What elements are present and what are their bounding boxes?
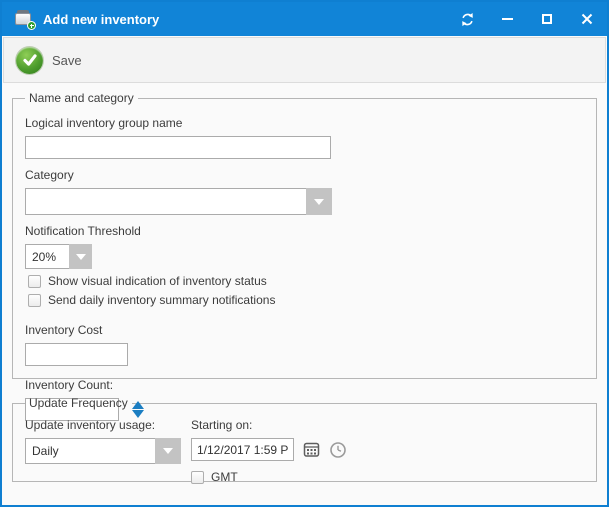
visual-indication-checkbox[interactable]	[28, 275, 41, 288]
threshold-label: Notification Threshold	[25, 224, 584, 238]
calendar-icon	[303, 441, 320, 458]
save-button-label: Save	[52, 53, 82, 68]
toolbar: Save	[3, 37, 606, 83]
inventory-cost-label: Inventory Cost	[25, 323, 584, 337]
category-combobox[interactable]	[25, 188, 584, 215]
time-picker-button[interactable]	[329, 441, 347, 459]
name-category-legend: Name and category	[25, 91, 138, 105]
daily-summary-checkbox[interactable]	[28, 294, 41, 307]
dropdown-arrow-icon	[163, 448, 173, 454]
clock-icon	[329, 441, 347, 459]
maximize-button[interactable]	[539, 11, 555, 27]
window-controls	[459, 11, 595, 27]
refresh-icon	[460, 12, 475, 27]
group-name-label: Logical inventory group name	[25, 116, 584, 130]
maximize-icon	[542, 14, 552, 24]
update-frequency-legend: Update Frequency	[25, 396, 132, 410]
close-icon	[581, 13, 593, 25]
category-dropdown-button[interactable]	[306, 188, 332, 215]
usage-combobox-value[interactable]: Daily	[25, 438, 155, 464]
category-label: Category	[25, 168, 584, 182]
minimize-icon	[502, 18, 513, 20]
dialog-content: Name and category Logical inventory grou…	[2, 84, 607, 482]
starting-on-label: Starting on:	[191, 418, 347, 432]
inventory-add-icon	[14, 10, 34, 28]
starting-on-input[interactable]	[191, 438, 294, 461]
usage-label: Update inventory usage:	[25, 418, 191, 432]
starting-on-column: Starting on:	[191, 412, 347, 484]
daily-summary-checkbox-row: Send daily inventory summary notificatio…	[28, 293, 584, 307]
gmt-checkbox[interactable]	[191, 471, 204, 484]
spinner-up-icon[interactable]	[132, 401, 144, 409]
category-combobox-value[interactable]	[25, 188, 306, 215]
close-button[interactable]	[579, 11, 595, 27]
inventory-count-label: Inventory Count:	[25, 378, 584, 392]
threshold-combobox[interactable]: 20%	[25, 244, 584, 269]
visual-indication-label: Show visual indication of inventory stat…	[48, 274, 267, 288]
refresh-button[interactable]	[459, 11, 475, 27]
window-title: Add new inventory	[43, 12, 159, 27]
minimize-button[interactable]	[499, 11, 515, 27]
titlebar: Add new inventory	[2, 2, 607, 36]
dropdown-arrow-icon	[76, 254, 86, 260]
save-button[interactable]: Save	[10, 43, 94, 78]
daily-summary-label: Send daily inventory summary notificatio…	[48, 293, 275, 307]
update-frequency-columns: Update inventory usage: Daily Starting o…	[25, 412, 584, 484]
add-inventory-window: Add new inventory	[0, 0, 609, 507]
dropdown-arrow-icon	[314, 199, 324, 205]
usage-dropdown-button[interactable]	[155, 438, 181, 464]
save-check-icon	[16, 47, 43, 74]
gmt-checkbox-row: GMT	[191, 470, 347, 484]
visual-indication-checkbox-row: Show visual indication of inventory stat…	[28, 274, 584, 288]
usage-combobox[interactable]: Daily	[25, 438, 191, 464]
group-name-input[interactable]	[25, 136, 331, 159]
name-category-section: Name and category Logical inventory grou…	[12, 91, 597, 379]
gmt-label: GMT	[211, 470, 238, 484]
starting-on-row	[191, 438, 347, 461]
inventory-cost-input[interactable]	[25, 343, 128, 366]
threshold-dropdown-button[interactable]	[69, 244, 92, 269]
update-frequency-section: Update Frequency Update inventory usage:…	[12, 396, 597, 482]
calendar-picker-button[interactable]	[303, 441, 320, 458]
usage-column: Update inventory usage: Daily	[25, 412, 191, 484]
threshold-combobox-value[interactable]: 20%	[25, 244, 69, 269]
